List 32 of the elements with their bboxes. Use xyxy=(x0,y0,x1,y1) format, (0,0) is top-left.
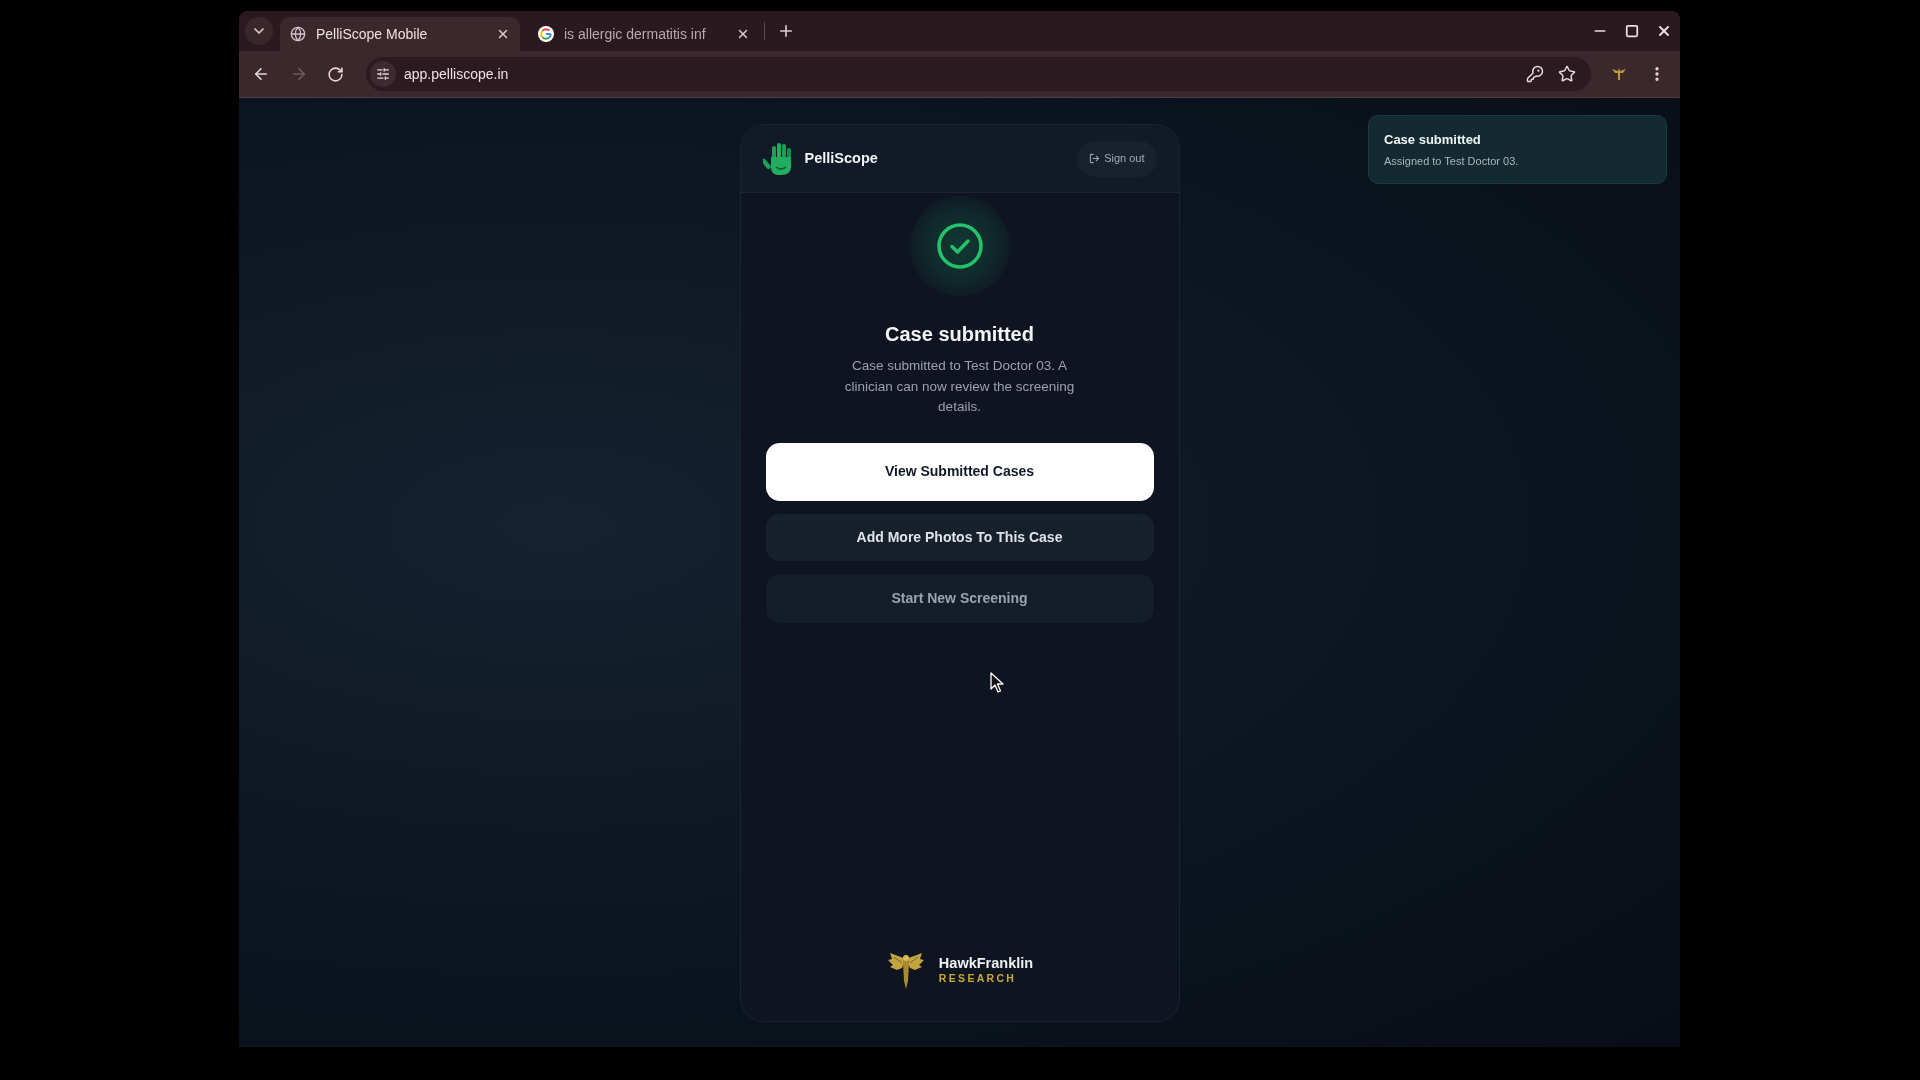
maximize-icon[interactable] xyxy=(1625,24,1639,38)
new-tab-icon[interactable] xyxy=(777,22,795,40)
globe-icon xyxy=(290,26,306,42)
address-bar[interactable]: app.pelliscope.in xyxy=(366,57,1591,91)
company-name: HawkFranklin xyxy=(938,955,1034,972)
success-heading: Case submitted xyxy=(885,322,1034,347)
action-button[interactable]: View Submitted Cases xyxy=(765,442,1154,501)
extension-icon[interactable] xyxy=(1611,68,1627,80)
cursor-icon xyxy=(990,672,1004,693)
check-circle-icon xyxy=(909,196,1010,296)
toast-message: Assigned to Test Doctor 03. xyxy=(1384,153,1520,169)
tune-icon xyxy=(376,67,390,81)
site-settings-button[interactable] xyxy=(370,61,396,87)
close-icon[interactable] xyxy=(1656,23,1672,39)
browser-tab[interactable]: PelliScope Mobile xyxy=(280,17,520,51)
tab-list-button[interactable] xyxy=(245,17,273,45)
toast-title: Case submitted xyxy=(1384,131,1482,149)
action-button[interactable]: Start New Screening xyxy=(765,573,1154,623)
action-button[interactable]: Add More Photos To This Case xyxy=(765,513,1154,561)
close-icon[interactable] xyxy=(736,27,750,41)
star-icon[interactable] xyxy=(1558,65,1576,83)
reload-icon[interactable] xyxy=(327,65,344,83)
google-g-icon xyxy=(538,26,554,42)
company-tagline: RESEARCH xyxy=(938,972,1018,985)
key-icon[interactable] xyxy=(1526,65,1544,83)
sign-out-button[interactable]: Sign out xyxy=(1077,140,1157,177)
close-icon[interactable] xyxy=(496,27,510,41)
brand-name: PelliScope xyxy=(804,148,878,168)
hand-logo-icon xyxy=(762,142,793,175)
log-out-icon xyxy=(1089,153,1101,164)
browser-tab[interactable]: is allergic dermatitis inf xyxy=(528,17,760,51)
success-message: Case submitted to Test Doctor 03. A clinician can now review the screening details. xyxy=(843,357,1076,416)
